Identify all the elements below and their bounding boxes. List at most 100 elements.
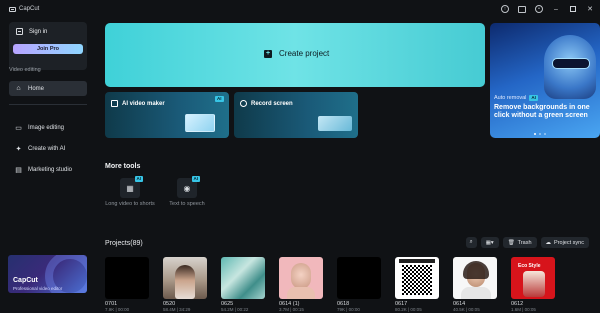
project-meta: 1.6M | 00:05 — [511, 307, 536, 312]
main-content: + Create project AI video maker AI Recor… — [105, 18, 600, 313]
trash-label: Trash — [517, 239, 532, 246]
carousel-dot[interactable] — [539, 133, 541, 135]
sidebar-item-home[interactable]: ⌂ Home — [9, 81, 87, 96]
promo-title: CapCut — [13, 277, 38, 284]
tool-long-video-to-shorts[interactable]: ▦ AI Long video to shorts — [105, 176, 155, 208]
carousel-dots — [534, 133, 546, 135]
project-thumbnail — [337, 257, 381, 299]
app-title: CapCut — [19, 6, 40, 12]
project-thumbnail — [163, 257, 207, 299]
project-meta: 54.2M | 00:22 — [221, 307, 249, 312]
project-meta: 40.5K | 00:05 — [453, 307, 480, 312]
project-sync-label: Project sync — [554, 239, 584, 246]
project-item[interactable]: 0618 79K | 00:00 — [337, 257, 381, 312]
sparkle-icon: ✦ — [15, 145, 22, 153]
project-item[interactable]: 0614 (1) 3.7M | 00:15 — [279, 257, 323, 312]
project-thumbnail — [395, 257, 439, 299]
project-meta: 58.4M | 34:29 — [163, 307, 191, 312]
sidebar-item-marketing-studio[interactable]: ▤ Marketing studio — [9, 162, 87, 177]
sign-in-button[interactable]: Sign in — [16, 28, 47, 35]
tool-text-to-speech[interactable]: ◉ AI Text to speech — [162, 176, 212, 208]
project-meta: 79K | 00:00 — [337, 307, 360, 312]
trash-icon: 🗑 — [507, 239, 515, 246]
banner-title-text: Auto removal — [494, 95, 527, 101]
sign-in-label: Sign in — [29, 28, 48, 35]
more-tools-title: More tools — [105, 163, 141, 170]
project-list: 0701 7.9K | 00:00 0520 58.4M | 34:29 062… — [105, 257, 600, 313]
search-button[interactable]: ⌕ — [465, 237, 477, 248]
join-pro-button[interactable]: Join Pro — [13, 44, 83, 54]
feature-banner[interactable]: Auto removal AI Remove backgrounds in on… — [490, 23, 600, 138]
search-icon: ⌕ — [469, 239, 473, 245]
project-item[interactable]: 0614 40.5K | 00:05 — [453, 257, 497, 312]
promo-subtitle: Professional video editor — [13, 286, 63, 291]
home-icon: ⌂ — [16, 85, 21, 92]
sidebar-item-label: Home — [28, 85, 45, 92]
title-bar: CapCut ↑ • – ✕ — [0, 0, 600, 18]
upload-icon[interactable]: ↑ — [501, 5, 509, 13]
project-meta: 7.9K | 00:00 — [105, 307, 130, 312]
image-icon: ▭ — [15, 124, 22, 132]
project-item[interactable]: 0625 54.2M | 00:22 — [221, 257, 265, 312]
sidebar-divider — [9, 104, 87, 105]
project-meta: 80.2K | 00:05 — [395, 307, 422, 312]
sidebar-item-label: Create with AI — [28, 145, 66, 152]
project-item[interactable]: 0617 80.2K | 00:05 — [395, 257, 439, 312]
project-thumbnail: Eco Style — [511, 257, 555, 299]
capcut-logo-icon — [9, 6, 16, 12]
project-item[interactable]: Eco Style 0612 1.6M | 00:05 — [511, 257, 555, 312]
carousel-dot[interactable] — [544, 133, 546, 135]
trash-button[interactable]: 🗑 Trash — [502, 237, 537, 248]
project-thumbnail — [279, 257, 323, 299]
project-thumbnail — [453, 257, 497, 299]
ai-badge: AI — [215, 96, 224, 102]
speech-icon: ◉ AI — [177, 176, 200, 198]
project-thumbnail — [105, 257, 149, 299]
account-card: Sign in Join Pro — [9, 22, 87, 70]
project-sync-button[interactable]: ☁ Project sync — [540, 237, 589, 248]
feedback-icon[interactable] — [518, 5, 526, 13]
cloud-icon: ☁ — [545, 239, 552, 246]
ai-badge: AI — [529, 95, 538, 101]
promo-banner[interactable]: CapCut Professional video editor — [8, 255, 87, 293]
plus-icon: + — [264, 49, 272, 58]
sidebar-item-create-with-ai[interactable]: ✦ Create with AI — [9, 141, 87, 156]
tool-label: Text to speech — [169, 201, 205, 207]
sidebar-item-label: Image editing — [28, 124, 65, 131]
carousel-dot[interactable] — [534, 133, 536, 135]
banner-title: Auto removal AI — [494, 95, 538, 101]
window-controls: ↑ • – ✕ — [501, 5, 594, 13]
ai-badge: AI — [134, 176, 143, 182]
grid-icon: ▦▾ — [485, 239, 494, 246]
film-icon: ▦ AI — [120, 176, 143, 198]
sidebar-item-label: Marketing studio — [28, 166, 73, 173]
banner-visor — [552, 58, 590, 69]
projects-toolbar: ⌕ ▦▾ 🗑 Trash ☁ Project sync — [465, 237, 589, 248]
sign-in-icon — [16, 28, 23, 35]
ai-video-preview — [185, 114, 215, 132]
project-item[interactable]: 0701 7.9K | 00:00 — [105, 257, 149, 312]
close-button[interactable]: ✕ — [586, 5, 594, 13]
banner-text: Remove backgrounds in one click without … — [494, 104, 590, 119]
minimize-button[interactable]: – — [552, 5, 560, 13]
settings-icon[interactable]: • — [535, 5, 543, 13]
view-toggle-button[interactable]: ▦▾ — [480, 237, 499, 248]
ai-badge: AI — [191, 176, 200, 182]
ai-video-icon — [111, 100, 118, 107]
create-project-content: + Create project — [264, 49, 329, 58]
ai-video-maker-label: AI video maker — [122, 100, 165, 107]
tool-label: Long video to shorts — [105, 201, 155, 207]
ai-video-maker-card[interactable]: AI video maker AI — [105, 92, 229, 138]
maximize-icon — [570, 6, 576, 12]
ai-video-maker-title: AI video maker — [111, 100, 165, 107]
poster-text: Eco Style — [518, 263, 541, 269]
record-screen-preview — [318, 116, 352, 131]
projects-title: Projects(89) — [105, 240, 143, 247]
create-project-button[interactable]: + Create project — [105, 23, 485, 87]
maximize-button[interactable] — [569, 5, 577, 13]
store-icon: ▤ — [15, 166, 22, 174]
project-thumbnail — [221, 257, 265, 299]
sidebar-item-image-editing[interactable]: ▭ Image editing — [9, 120, 87, 135]
project-item[interactable]: 0520 58.4M | 34:29 — [163, 257, 207, 312]
record-screen-card[interactable]: Record screen — [234, 92, 358, 138]
